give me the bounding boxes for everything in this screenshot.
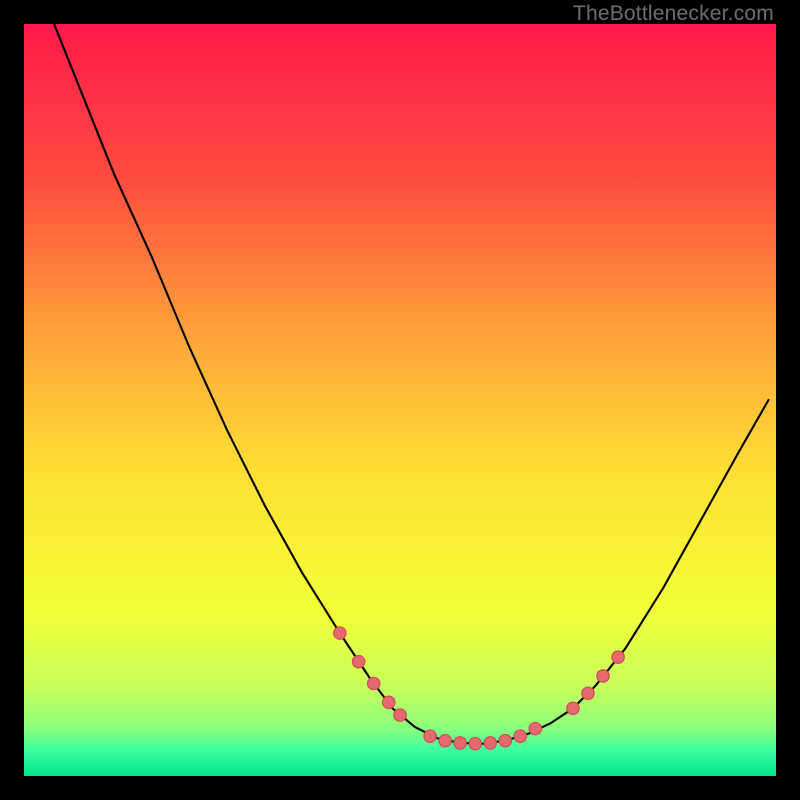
- chart-background-gradient: [24, 24, 776, 776]
- curve-marker: [367, 677, 379, 689]
- curve-marker: [597, 670, 609, 682]
- curve-marker: [484, 737, 496, 749]
- curve-marker: [383, 696, 395, 708]
- watermark-text: TheBottlenecker.com: [573, 2, 774, 26]
- chart-svg: [24, 24, 776, 776]
- chart-frame: [24, 24, 776, 776]
- curve-marker: [514, 730, 526, 742]
- curve-marker: [334, 627, 346, 639]
- curve-marker: [394, 709, 406, 721]
- curve-marker: [529, 722, 541, 734]
- curve-marker: [499, 734, 511, 746]
- curve-marker: [424, 730, 436, 742]
- curve-marker: [582, 687, 594, 699]
- curve-marker: [612, 651, 624, 663]
- curve-marker: [469, 737, 481, 749]
- curve-marker: [439, 734, 451, 746]
- curve-marker: [352, 656, 364, 668]
- curve-marker: [567, 702, 579, 714]
- curve-marker: [454, 737, 466, 749]
